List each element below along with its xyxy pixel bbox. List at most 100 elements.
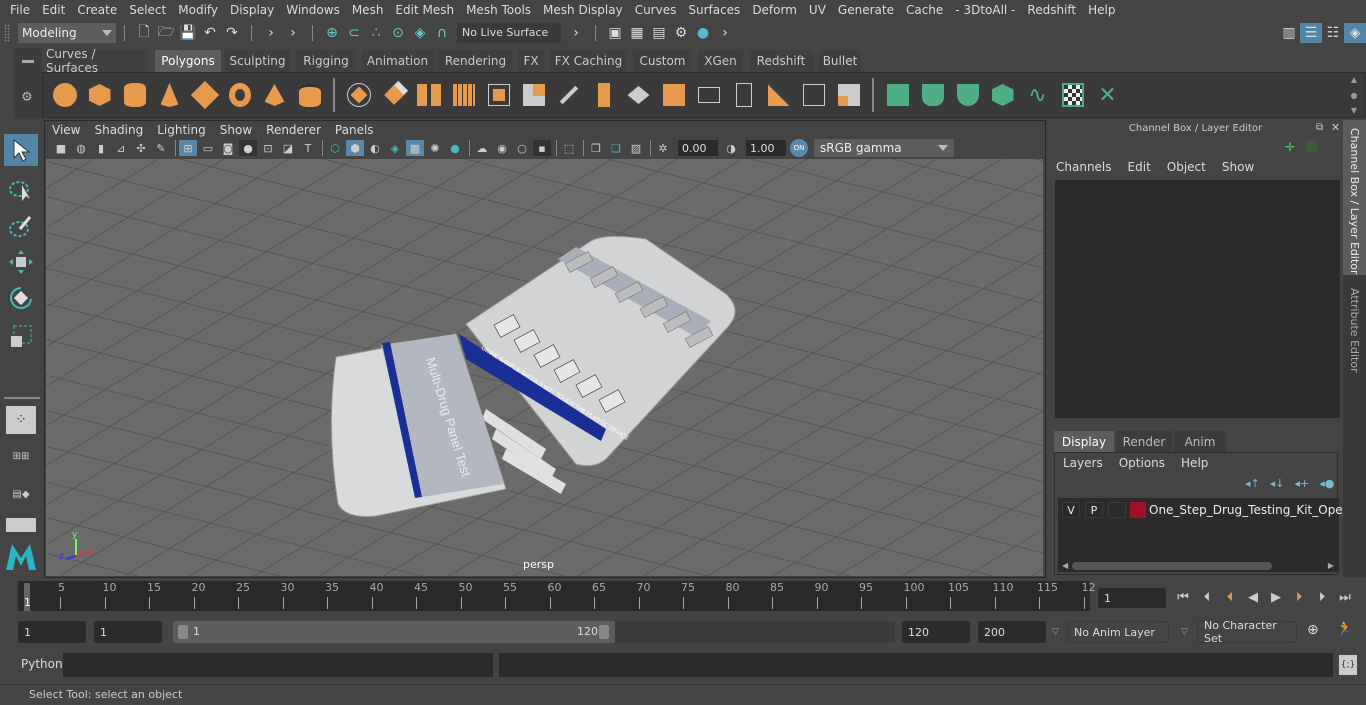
character-set-dropdown[interactable]: No Character Set: [1197, 619, 1297, 645]
grid-toggle-icon[interactable]: ⊞: [179, 140, 197, 156]
menu-mesh-tools[interactable]: Mesh Tools: [460, 3, 537, 17]
viewport-menu-shading[interactable]: Shading: [94, 123, 143, 137]
menu-set-dropdown[interactable]: Modeling: [18, 22, 116, 43]
anti-aliasing-icon[interactable]: ○: [513, 140, 531, 156]
channel-box-menu-channels[interactable]: Channels: [1056, 160, 1112, 174]
shelf-tab-redshift[interactable]: Redshift: [749, 50, 813, 72]
move-layer-down-icon[interactable]: ◂↓: [1270, 477, 1285, 490]
layer-playback-toggle[interactable]: P: [1085, 502, 1103, 518]
layer-visibility-toggle[interactable]: V: [1062, 502, 1080, 518]
step-forward-key-icon[interactable]: ⏵: [1313, 588, 1331, 606]
single-perspective-layout-icon[interactable]: ⁘: [6, 406, 36, 434]
anim-layer-dropdown[interactable]: No Anim Layer: [1067, 621, 1169, 643]
manipulator-axis-icon[interactable]: ✛: [1285, 140, 1295, 154]
undo-icon[interactable]: ↶: [199, 23, 221, 43]
new-scene-icon[interactable]: 🗋: [133, 23, 155, 43]
wireframe-on-shaded-icon[interactable]: ◐: [366, 140, 384, 156]
layer-tab-display[interactable]: Display: [1054, 431, 1114, 452]
viewport-menu-renderer[interactable]: Renderer: [266, 123, 321, 137]
xray-icon[interactable]: ◈: [386, 140, 404, 156]
channel-box-area[interactable]: [1055, 180, 1340, 418]
lasso-tool-icon[interactable]: [4, 174, 38, 206]
shelf-settings-gear-icon[interactable]: ⚙: [21, 90, 33, 105]
float-panel-icon[interactable]: ⧉: [1316, 122, 1323, 133]
image-plane-toggle-icon[interactable]: ▨: [627, 140, 645, 156]
end-time-field[interactable]: 200: [978, 621, 1046, 643]
shelf-tab-sculpting[interactable]: Sculpting: [225, 50, 290, 72]
shelf-tab-curves-surfaces[interactable]: Curves / Surfaces: [46, 47, 148, 75]
channel-box-menu-edit[interactable]: Edit: [1128, 160, 1151, 174]
poly-plane-icon[interactable]: [187, 77, 222, 113]
new-layer-icon[interactable]: ◂+: [1295, 477, 1310, 490]
menu-create[interactable]: Create: [71, 3, 123, 17]
live-surface-field[interactable]: No Live Surface: [457, 22, 561, 43]
color-management-toggle[interactable]: ON: [790, 139, 808, 157]
step-back-key-icon[interactable]: ⏴: [1198, 588, 1216, 606]
play-backwards-icon[interactable]: ◀: [1244, 588, 1262, 606]
render-view-icon[interactable]: ▣: [604, 23, 626, 43]
bevel-icon[interactable]: [656, 77, 691, 113]
scroll-dot-icon[interactable]: ●: [1351, 91, 1358, 100]
scroll-up-icon[interactable]: ▲: [1351, 75, 1357, 84]
menu-uv[interactable]: UV: [803, 3, 832, 17]
poly-torus-icon[interactable]: [222, 77, 257, 113]
depth-of-field-icon[interactable]: ▪: [533, 140, 551, 156]
insert-edge-loop-icon[interactable]: [691, 77, 726, 113]
shelf-tab-fx-caching[interactable]: FX Caching: [550, 50, 627, 72]
smooth-icon[interactable]: [446, 77, 481, 113]
snap-surface-icon[interactable]: ◈: [409, 23, 431, 43]
collapse-arrow-icon[interactable]: ›: [260, 23, 282, 43]
layer-menu-layers[interactable]: Layers: [1063, 456, 1103, 470]
go-to-end-icon[interactable]: ⏭: [1336, 588, 1354, 606]
viewport-menu-panels[interactable]: Panels: [335, 123, 374, 137]
gamma-field[interactable]: 1.00: [746, 140, 786, 156]
target-weld-icon[interactable]: [761, 77, 796, 113]
channel-box-menu-show[interactable]: Show: [1222, 160, 1254, 174]
animation-preferences-icon[interactable]: 🏃: [1336, 621, 1353, 637]
poly-sphere-icon[interactable]: [47, 77, 82, 113]
tab-attribute-editor[interactable]: Attribute Editor: [1343, 280, 1366, 380]
ambient-occlusion-icon[interactable]: ☁: [473, 140, 491, 156]
collapse-arrow-icon[interactable]: ›: [714, 23, 736, 43]
save-scene-icon[interactable]: 💾: [177, 23, 199, 43]
menu-modify[interactable]: Modify: [172, 3, 224, 17]
tab-channel-box[interactable]: Channel Box / Layer Editor: [1343, 120, 1366, 275]
safe-action-icon[interactable]: ◪: [279, 140, 297, 156]
combine-icon[interactable]: [341, 77, 376, 113]
outliner-persp-layout-icon[interactable]: ▤◆: [6, 480, 36, 508]
viewport-menu-lighting[interactable]: Lighting: [157, 123, 206, 137]
sculpt-icon[interactable]: [551, 77, 586, 113]
exposure-field[interactable]: 0.00: [678, 140, 718, 156]
menu-edit[interactable]: Edit: [36, 3, 71, 17]
automatic-map-icon[interactable]: [985, 77, 1020, 113]
scroll-right-icon[interactable]: ▶: [1328, 561, 1334, 570]
wireframe-icon[interactable]: ⬡: [326, 140, 344, 156]
menu-select[interactable]: Select: [123, 3, 172, 17]
exposure-icon[interactable]: ✲: [654, 140, 672, 156]
multi-cut-icon[interactable]: [726, 77, 761, 113]
isolate-select-icon[interactable]: ⬚: [560, 140, 578, 156]
use-all-lights-icon[interactable]: ✺: [426, 140, 444, 156]
auto-key-icon[interactable]: ⊕: [1307, 622, 1319, 638]
close-panel-icon[interactable]: ✕: [1331, 121, 1340, 134]
camera-icon[interactable]: ■: [52, 140, 70, 156]
viewport-menu-show[interactable]: Show: [220, 123, 252, 137]
layer-menu-options[interactable]: Options: [1119, 456, 1165, 470]
motion-blur-icon[interactable]: ◉: [493, 140, 511, 156]
channel-box-icon[interactable]: ◈: [1344, 22, 1366, 43]
poly-pipe-icon[interactable]: [292, 77, 327, 113]
sync-icon[interactable]: [1305, 140, 1318, 153]
menu-cache[interactable]: Cache: [900, 3, 949, 17]
attribute-editor-icon[interactable]: ☰: [1300, 22, 1322, 43]
character-set-dropdown-arrow-icon[interactable]: ▽: [1181, 627, 1188, 637]
menu-windows[interactable]: Windows: [280, 3, 346, 17]
menu-edit-mesh[interactable]: Edit Mesh: [389, 3, 460, 17]
collapse-icon[interactable]: [796, 77, 831, 113]
shelf-tab-rigging[interactable]: Rigging: [296, 50, 356, 72]
modeling-toolkit-icon[interactable]: ▥: [1278, 23, 1300, 43]
extrude-icon[interactable]: [586, 77, 621, 113]
rotate-tool-icon[interactable]: [4, 282, 38, 314]
shelf-tab-bullet[interactable]: Bullet: [819, 50, 861, 72]
planar-map-icon[interactable]: [880, 77, 915, 113]
reduce-icon[interactable]: [516, 77, 551, 113]
